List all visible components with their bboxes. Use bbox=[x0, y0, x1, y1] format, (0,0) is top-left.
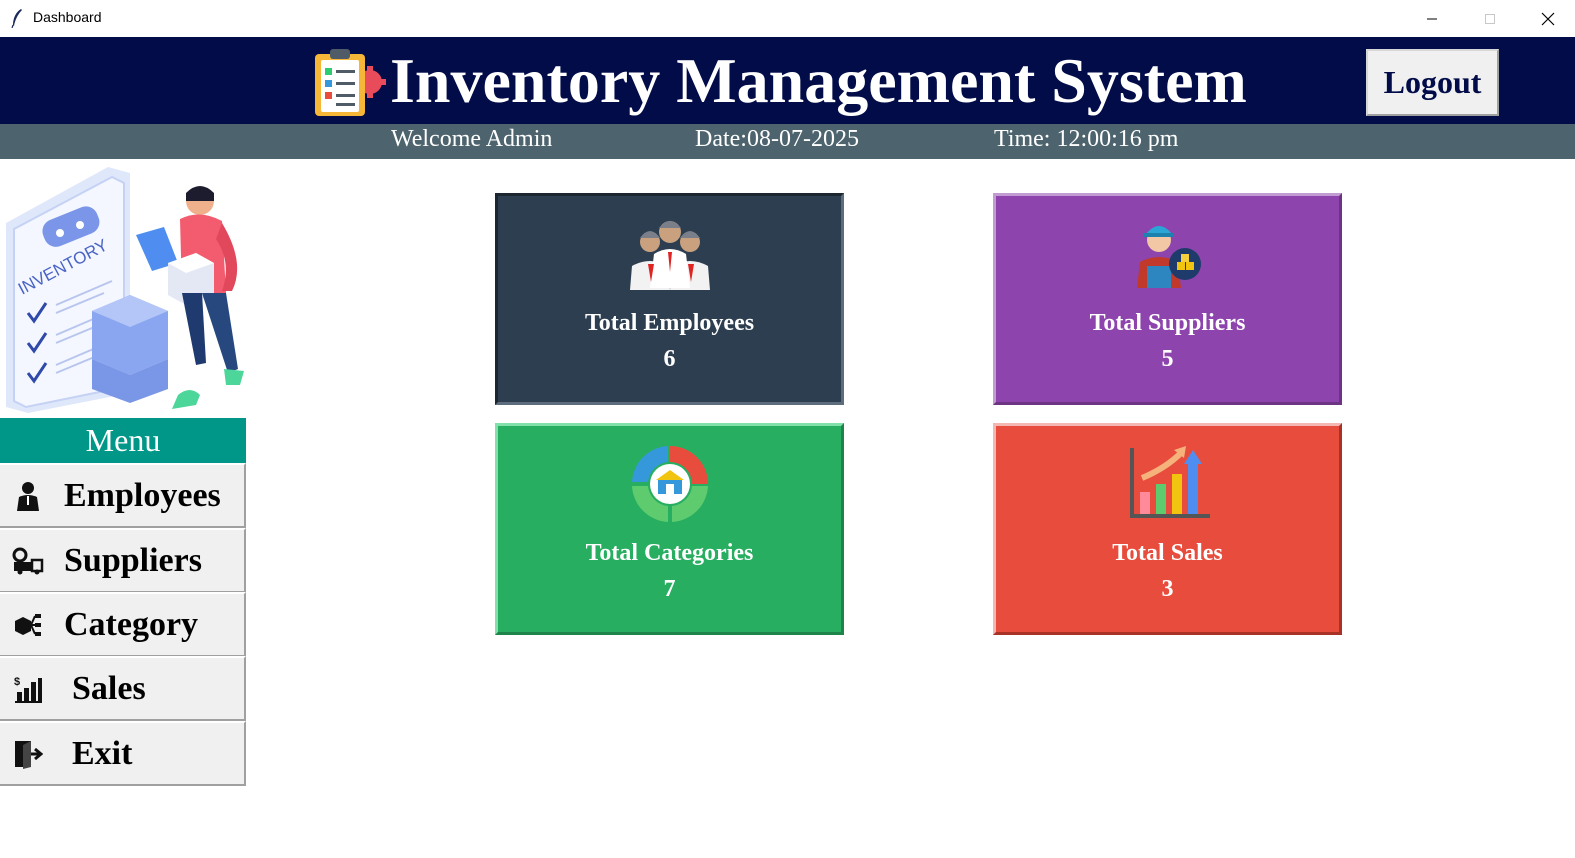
sidebar-item-suppliers[interactable]: Suppliers bbox=[0, 528, 246, 593]
card-value: 7 bbox=[663, 576, 676, 602]
svg-text:$: $ bbox=[14, 676, 20, 688]
inventory-illustration: INVENTORY bbox=[6, 167, 244, 413]
card-total-employees: Total Employees 6 bbox=[495, 193, 844, 405]
window-title: Dashboard bbox=[33, 9, 102, 25]
close-icon bbox=[1541, 12, 1555, 25]
supplier-icon bbox=[12, 545, 44, 577]
sidebar-item-sales[interactable]: $ Sales bbox=[0, 656, 246, 721]
menu-title: Menu bbox=[0, 418, 246, 463]
card-total-categories: Total Categories 7 bbox=[495, 423, 844, 635]
sidebar-item-label: Category bbox=[64, 605, 199, 643]
sales-growth-icon bbox=[996, 444, 1339, 524]
sales-chart-icon: $ bbox=[12, 673, 44, 705]
close-button[interactable] bbox=[1519, 0, 1575, 37]
welcome-text: Welcome Admin bbox=[391, 126, 553, 152]
category-icon bbox=[12, 609, 44, 641]
card-value: 5 bbox=[1161, 346, 1174, 372]
exit-icon bbox=[12, 738, 44, 770]
sidebar-item-label: Suppliers bbox=[64, 541, 202, 579]
sidebar-item-exit[interactable]: Exit bbox=[0, 721, 246, 786]
app-title: Inventory Management System bbox=[390, 45, 1247, 116]
employees-icon bbox=[498, 214, 841, 294]
sidebar-item-employees[interactable]: Employees bbox=[0, 463, 246, 528]
sidebar-item-label: Exit bbox=[72, 734, 133, 772]
card-label: Total Employees bbox=[584, 310, 755, 336]
card-total-sales: Total Sales 3 bbox=[993, 423, 1342, 635]
maximize-icon bbox=[1485, 13, 1495, 24]
card-value: 3 bbox=[1161, 576, 1174, 602]
maximize-button[interactable] bbox=[1461, 0, 1519, 37]
sidebar-item-category[interactable]: Category bbox=[0, 592, 246, 657]
card-label: Total Suppliers bbox=[1089, 310, 1246, 336]
minimize-button[interactable] bbox=[1403, 0, 1461, 37]
app-header: Inventory Management System Logout bbox=[0, 37, 1575, 124]
user-icon bbox=[12, 480, 44, 512]
window-titlebar: Dashboard bbox=[0, 0, 1575, 37]
card-label: Total Sales bbox=[1112, 540, 1223, 566]
logout-button[interactable]: Logout bbox=[1366, 49, 1499, 116]
sidebar-item-label: Employees bbox=[64, 476, 221, 514]
time-text: Time: 12:00:16 pm bbox=[994, 126, 1179, 152]
clipboard-logo-icon bbox=[315, 49, 386, 116]
date-text: Date:08-07-2025 bbox=[695, 126, 859, 152]
card-total-suppliers: Total Suppliers 5 bbox=[993, 193, 1342, 405]
feather-icon bbox=[11, 9, 22, 28]
status-bar: Welcome Admin Date:08-07-2025 Time: 12:0… bbox=[0, 124, 1575, 159]
sidebar-item-label: Sales bbox=[72, 669, 146, 707]
minimize-icon bbox=[1427, 18, 1437, 19]
supplier-worker-icon bbox=[996, 214, 1339, 294]
card-value: 6 bbox=[663, 346, 676, 372]
categories-icon bbox=[498, 444, 841, 524]
card-label: Total Categories bbox=[585, 540, 754, 566]
